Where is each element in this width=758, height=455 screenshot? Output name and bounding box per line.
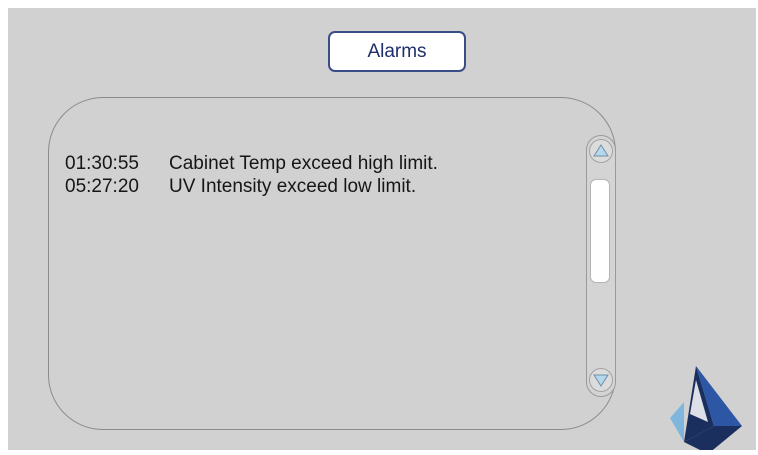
alarm-message: Cabinet Temp exceed high limit.	[169, 153, 438, 174]
alarms-button[interactable]: Alarms	[328, 31, 466, 72]
pyramid-logo-icon	[670, 366, 742, 450]
scroll-thumb[interactable]	[590, 179, 610, 283]
scroll-up-button[interactable]	[589, 139, 613, 163]
alarm-list-panel	[48, 97, 616, 430]
alarm-list: 01:30:55 Cabinet Temp exceed high limit.…	[65, 152, 565, 198]
triangle-down-icon	[593, 374, 609, 387]
alarm-message: UV Intensity exceed low limit.	[169, 176, 417, 197]
scroll-down-button[interactable]	[589, 368, 613, 392]
alarms-screen: Alarms	[8, 8, 756, 450]
alarms-button-label: Alarms	[367, 40, 427, 62]
alarm-row[interactable]: 05:27:20 UV Intensity exceed low limit.	[65, 175, 565, 198]
alarm-time: 05:27:20	[65, 176, 139, 197]
alarm-row[interactable]: 01:30:55 Cabinet Temp exceed high limit.	[65, 152, 565, 175]
alarm-time: 01:30:55	[65, 153, 139, 174]
triangle-up-icon	[593, 144, 609, 157]
alarm-list-scrollbar[interactable]	[586, 135, 616, 397]
